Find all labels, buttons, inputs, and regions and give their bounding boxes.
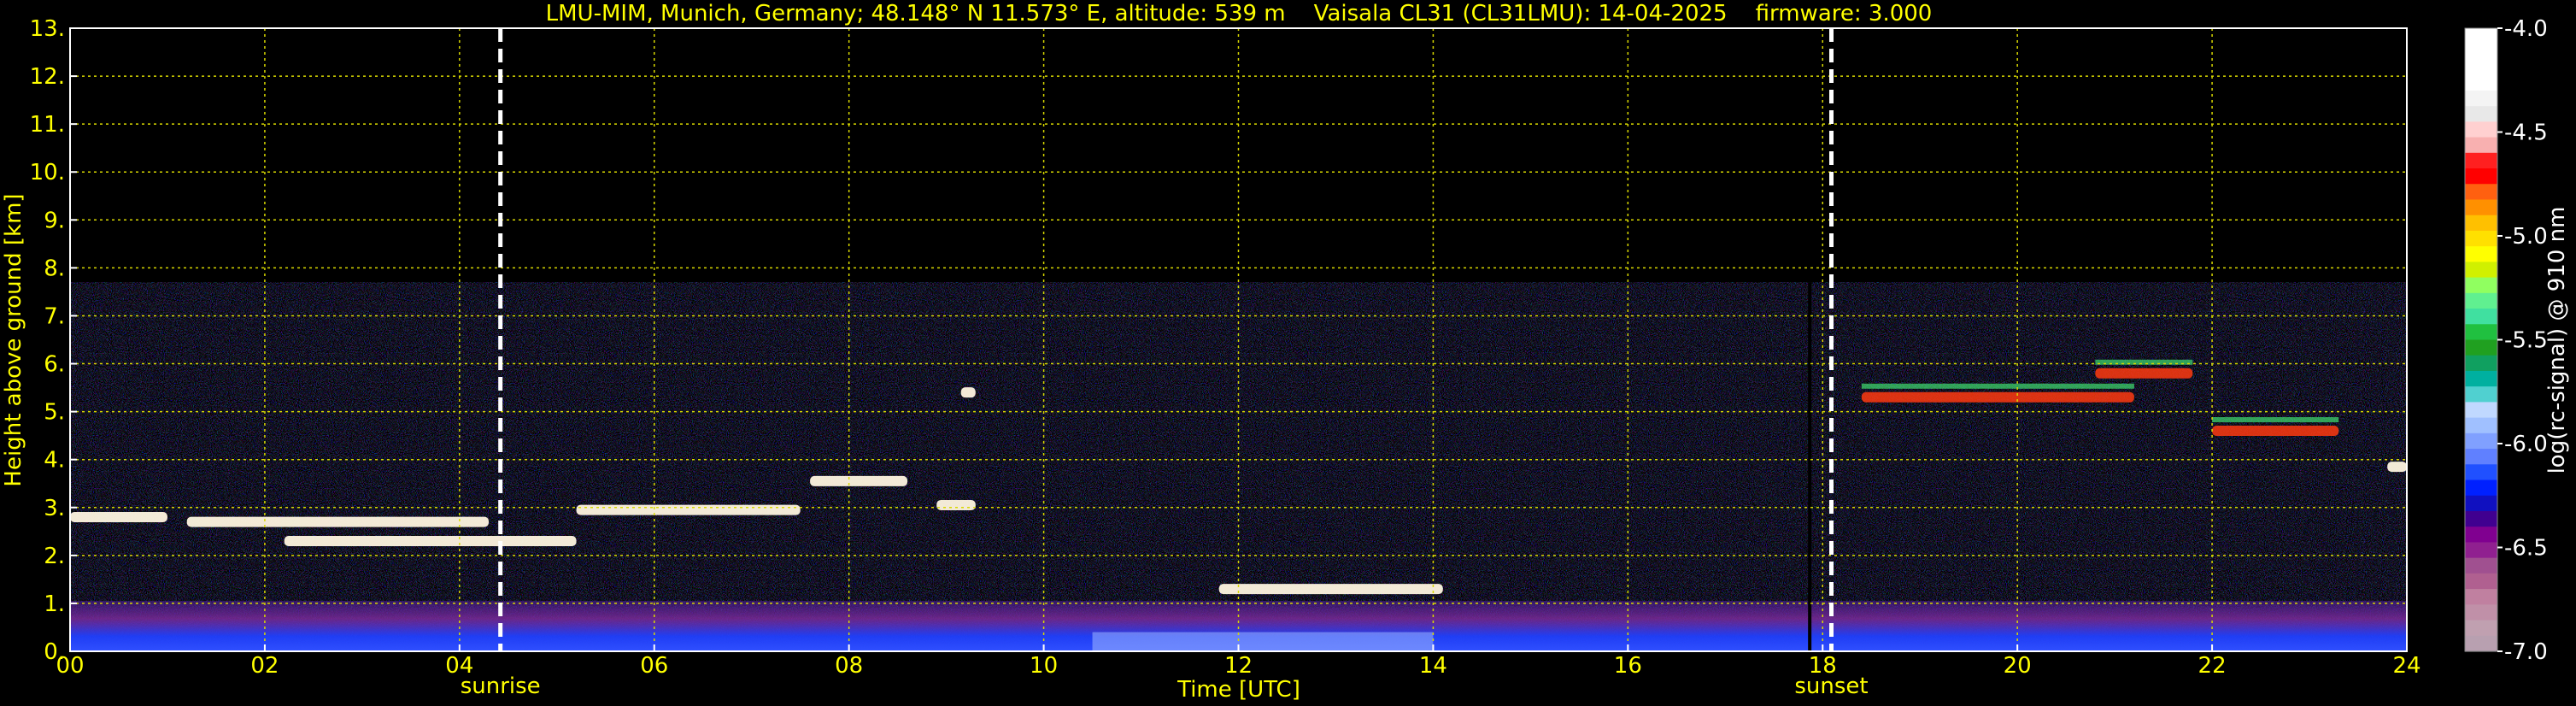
colorbar-segment: [2465, 620, 2497, 637]
colorbar-segment: [2465, 74, 2497, 91]
colorbar-tick-label: -4.0: [2504, 16, 2548, 42]
x-tick-label: 14: [1419, 653, 1447, 679]
cloud-layer: [186, 516, 490, 527]
colorbar-tick-label: -5.5: [2504, 328, 2548, 354]
y-axis-label: Height above ground [km]: [1, 193, 26, 486]
y-tick-label: 4.: [44, 448, 65, 474]
colorbar-segment: [2465, 464, 2497, 481]
y-tick-label: 12.: [30, 64, 65, 90]
colorbar-tick-label: -6.0: [2504, 432, 2548, 457]
colorbar-segment: [2465, 370, 2497, 387]
colorbar-tick-label: -4.5: [2504, 121, 2548, 146]
x-tick-label: 12: [1224, 653, 1253, 679]
colorbar-segment: [2465, 246, 2497, 262]
colorbar-segment: [2465, 199, 2497, 216]
colorbar-segment: [2465, 106, 2497, 122]
colorbar-segment: [2465, 479, 2497, 497]
colorbar-segment: [2465, 495, 2497, 512]
data-gap: [1808, 282, 1812, 651]
colorbar-segment: [2465, 542, 2497, 559]
colorbar-segment: [2465, 635, 2497, 652]
cloud-layer: [576, 504, 801, 515]
cloud-layer-edge: [1861, 383, 2134, 389]
x-tick-label: 16: [1614, 653, 1642, 679]
y-tick-label: 9.: [44, 208, 65, 233]
colorbar-segment: [2465, 152, 2497, 169]
colorbar-segment: [2465, 417, 2497, 434]
colorbar-segment: [2465, 90, 2497, 107]
midday-aerosol: [1092, 632, 1434, 651]
x-axis-label: Time [UTC]: [1177, 677, 1300, 703]
cloud-layer: [936, 499, 976, 510]
colorbar-segment: [2465, 386, 2497, 403]
colorbar-segment: [2465, 449, 2497, 465]
colorbar-segment: [2465, 510, 2497, 527]
x-tick-label: 02: [250, 653, 279, 679]
colorbar-segment: [2465, 589, 2497, 605]
cloud-layer: [1861, 391, 2134, 403]
colorbar-segment: [2465, 292, 2497, 309]
cloud-layer: [1218, 584, 1443, 595]
cloud-layer: [2387, 462, 2407, 473]
cloud-layer: [284, 536, 577, 547]
y-tick-label: 11.: [30, 112, 65, 138]
colorbar-segment: [2465, 184, 2497, 201]
colorbar-segment: [2465, 432, 2497, 450]
colorbar-segment: [2465, 557, 2497, 574]
y-tick-label: 1.: [44, 591, 65, 617]
colorbar-segment: [2465, 168, 2497, 185]
cloud-layer: [2212, 426, 2339, 437]
x-tick-label: 10: [1030, 653, 1058, 679]
cloud-layer: [960, 387, 976, 398]
ceilometer-backscatter-chart: sunrise sunset 00 02 04 06 08 10 12 14 16 18 20 22 24…: [1, 1, 2570, 703]
colorbar-tick-label: -6.5: [2504, 536, 2548, 562]
colorbar-segment: [2465, 59, 2497, 76]
colorbar-label: log(rc-signal) @ 910 nm: [2544, 207, 2570, 474]
y-tick-label: 0.: [44, 639, 65, 665]
x-tick-label: 18: [1809, 653, 1837, 679]
y-tick-label: 7.: [44, 303, 65, 329]
x-tick-label: 22: [2198, 653, 2227, 679]
colorbar-segment: [2465, 137, 2497, 154]
colorbar-segment: [2465, 277, 2497, 294]
y-tick-label: 8.: [44, 256, 65, 281]
colorbar-segment: [2465, 355, 2497, 372]
colorbar: -4.0 -4.5 -5.0 -5.5 -6.0 -6.5 -7.0: [2464, 16, 2548, 665]
chart-title: LMU-MIM, Munich, Germany; 48.148° N 11.5…: [546, 1, 1933, 26]
colorbar-segment: [2465, 573, 2497, 590]
colorbar-tick-label: -7.0: [2504, 639, 2548, 665]
x-tick-label: 06: [640, 653, 668, 679]
y-tick-label: 3.: [44, 496, 65, 521]
colorbar-tick-label: -5.0: [2504, 224, 2548, 250]
colorbar-segment: [2465, 527, 2497, 544]
cloud-layer: [2095, 368, 2193, 379]
y-tick-label: 13.: [30, 16, 65, 42]
colorbar-segment: [2465, 28, 2497, 44]
colorbar-segment: [2465, 215, 2497, 232]
cloud-layer: [70, 511, 167, 522]
colorbar-segment: [2465, 262, 2497, 279]
colorbar-segment: [2465, 402, 2497, 419]
colorbar-segment: [2465, 44, 2497, 61]
y-tick-label: 10.: [30, 160, 65, 185]
x-tick-label: 24: [2392, 653, 2421, 679]
colorbar-segment: [2465, 121, 2497, 138]
x-tick-label: 20: [2004, 653, 2032, 679]
colorbar-segment: [2465, 604, 2497, 621]
colorbar-segment: [2465, 339, 2497, 356]
x-tick-label: 08: [835, 653, 863, 679]
y-tick-label: 5.: [44, 400, 65, 426]
colorbar-segment: [2465, 309, 2497, 325]
y-tick-label: 6.: [44, 352, 65, 378]
cloud-layer-edge: [2212, 417, 2339, 423]
colorbar-segment: [2465, 324, 2497, 341]
cloud-layer: [810, 475, 908, 486]
x-tick-label: 04: [445, 653, 473, 679]
y-tick-label: 2.: [44, 544, 65, 569]
colorbar-segment: [2465, 230, 2497, 247]
